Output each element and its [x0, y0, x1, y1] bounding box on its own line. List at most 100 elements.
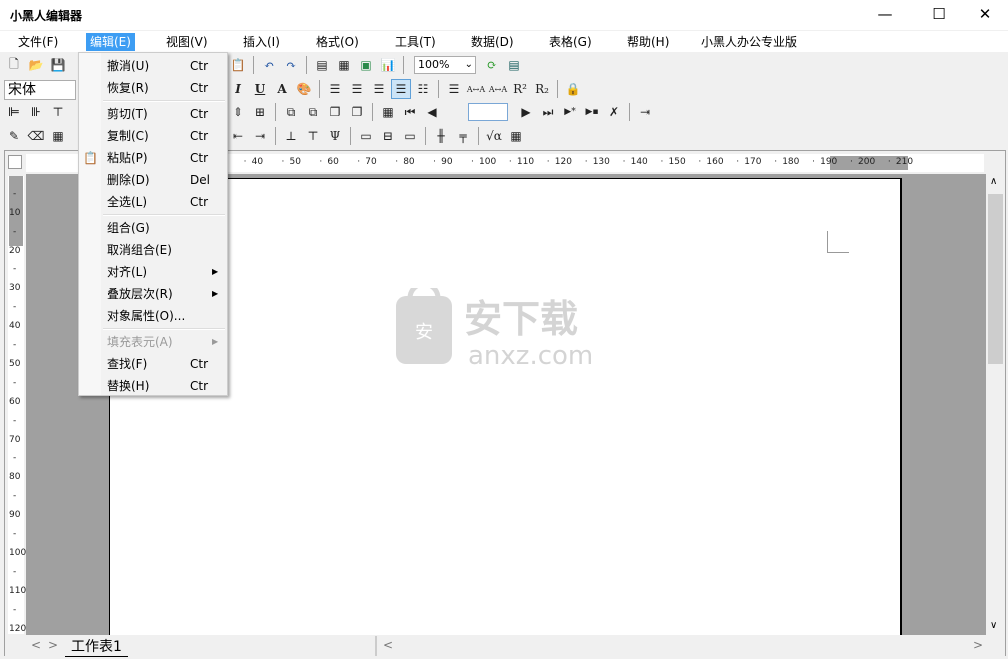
split-up-icon[interactable]: ⊥: [281, 126, 301, 146]
menu-item[interactable]: 取消组合(E): [79, 239, 227, 261]
menu-item[interactable]: 查找(F) Ctr: [79, 353, 227, 375]
menu-6[interactable]: 数据(D): [467, 33, 518, 51]
same-height-icon[interactable]: ⇕: [228, 102, 248, 122]
menu-item[interactable]: 对象属性(O)...: [79, 305, 227, 327]
insert-text-icon[interactable]: ▤: [312, 55, 332, 75]
menu-5[interactable]: 工具(T): [391, 33, 440, 51]
font-name-select[interactable]: 宋体: [4, 80, 76, 100]
new-record-icon[interactable]: ▦: [378, 102, 398, 122]
align-right-icon[interactable]: ☰: [369, 79, 389, 99]
menu-item[interactable]: 全选(L) Ctr: [79, 191, 227, 213]
menu-8[interactable]: 帮助(H): [623, 33, 673, 51]
calculator-icon[interactable]: ▦: [506, 126, 526, 146]
close-button[interactable]: ✕: [962, 0, 1008, 30]
undo-icon[interactable]: ↶: [259, 55, 279, 75]
align-objects-right-icon[interactable]: ⊪: [26, 102, 46, 122]
menu-item[interactable]: 删除(D) Del: [79, 169, 227, 191]
merge-right-icon[interactable]: ⇥: [250, 126, 270, 146]
align-objects-top-icon[interactable]: ⊤: [48, 102, 68, 122]
insert-image-icon[interactable]: ▣: [356, 55, 376, 75]
align-objects-left-icon[interactable]: ⊫: [4, 102, 24, 122]
border-middle-icon[interactable]: ⊟: [378, 126, 398, 146]
last-record-icon[interactable]: ⏭: [538, 102, 558, 122]
first-record-icon[interactable]: ⏮: [400, 102, 420, 122]
insert-chart-icon[interactable]: 📊: [378, 55, 398, 75]
menu-0[interactable]: 文件(F): [14, 33, 62, 51]
italic-icon[interactable]: I: [228, 79, 248, 99]
bring-front-icon[interactable]: ⧉: [281, 102, 301, 122]
paste-icon[interactable]: 📋: [228, 55, 248, 75]
line-spacing-icon[interactable]: ☰: [444, 79, 464, 99]
scroll-down-icon[interactable]: ∨: [990, 620, 997, 631]
menu-9[interactable]: 小黑人办公专业版: [697, 33, 801, 51]
insert-column-icon[interactable]: ╫: [431, 126, 451, 146]
send-back-icon[interactable]: ⧉: [303, 102, 323, 122]
insert-table-icon[interactable]: ▦: [334, 55, 354, 75]
menu-item[interactable]: 恢复(R) Ctr: [79, 77, 227, 99]
table-icon[interactable]: ▦: [48, 126, 68, 146]
lock-icon[interactable]: 🔒: [563, 79, 583, 99]
open-folder-icon[interactable]: 📂: [26, 55, 46, 75]
split-down-icon[interactable]: ⊤: [303, 126, 323, 146]
sheet-prev-button[interactable]: <: [31, 638, 41, 652]
backward-icon[interactable]: ❐: [347, 102, 367, 122]
align-center-icon[interactable]: ☰: [347, 79, 367, 99]
border-top-icon[interactable]: ▭: [356, 126, 376, 146]
vertical-scrollbar[interactable]: ∧ ∨: [986, 174, 1005, 635]
same-size-icon[interactable]: ⊞: [250, 102, 270, 122]
menu-4[interactable]: 格式(O): [312, 33, 363, 51]
char-spacing-wide-icon[interactable]: A↔A: [466, 79, 486, 99]
color-palette-icon[interactable]: 🎨: [294, 79, 314, 99]
text-shadow-icon[interactable]: A: [272, 79, 292, 99]
formula-icon[interactable]: √α: [484, 126, 504, 146]
char-spacing-narrow-icon[interactable]: A↔A: [488, 79, 508, 99]
distribute-icon[interactable]: ☷: [413, 79, 433, 99]
sheet-tab[interactable]: 工作表1: [65, 636, 128, 657]
menu-item[interactable]: 撤消(U) Ctr: [79, 55, 227, 77]
minimize-button[interactable]: —: [862, 0, 908, 30]
merge-left-icon[interactable]: ⇤: [228, 126, 248, 146]
pencil-icon[interactable]: ✎: [4, 126, 24, 146]
zoom-select[interactable]: 100% ⌄: [414, 56, 476, 74]
scroll-up-icon[interactable]: ∧: [990, 176, 997, 187]
subscript-icon[interactable]: R₂: [532, 79, 552, 99]
delete-record-icon[interactable]: ✗: [604, 102, 624, 122]
sheet-next-button[interactable]: >: [48, 638, 58, 652]
insert-row-icon[interactable]: ╤: [453, 126, 473, 146]
ruler-corner-checkbox[interactable]: [8, 155, 22, 169]
maximize-button[interactable]: ☐: [916, 0, 962, 30]
redo-icon[interactable]: ↷: [281, 55, 301, 75]
scroll-right-icon[interactable]: >: [973, 638, 983, 652]
split-cell-icon[interactable]: Ψ: [325, 126, 345, 146]
forward-icon[interactable]: ❐: [325, 102, 345, 122]
menu-item[interactable]: 对齐(L) ▶: [79, 261, 227, 283]
menu-3[interactable]: 插入(I): [239, 33, 284, 51]
scrollbar-thumb[interactable]: [988, 194, 1003, 364]
record-input[interactable]: [468, 103, 508, 121]
justify-icon[interactable]: ☰: [391, 79, 411, 99]
append-record-icon[interactable]: ▶*: [560, 102, 580, 122]
align-left-icon[interactable]: ☰: [325, 79, 345, 99]
next-record-icon[interactable]: ▶: [516, 102, 536, 122]
menu-7[interactable]: 表格(G): [545, 33, 596, 51]
horizontal-scrollbar[interactable]: < >: [375, 636, 985, 656]
menu-item[interactable]: 粘贴(P) Ctr 📋: [79, 147, 227, 169]
menu-1[interactable]: 编辑(E): [86, 33, 135, 51]
prev-record-icon[interactable]: ◀: [422, 102, 442, 122]
menu-item[interactable]: 替换(H) Ctr: [79, 375, 227, 397]
underline-icon[interactable]: U: [250, 79, 270, 99]
menu-2[interactable]: 视图(V): [162, 33, 212, 51]
scroll-left-icon[interactable]: <: [383, 638, 393, 652]
superscript-icon[interactable]: R²: [510, 79, 530, 99]
border-bottom-icon[interactable]: ▭: [400, 126, 420, 146]
menu-item[interactable]: 剪切(T) Ctr: [79, 103, 227, 125]
menu-item[interactable]: 复制(C) Ctr: [79, 125, 227, 147]
new-file-icon[interactable]: 🗋: [4, 55, 24, 75]
menu-item[interactable]: 叠放层次(R) ▶: [79, 283, 227, 305]
eraser-icon[interactable]: ⌫: [26, 126, 46, 146]
refresh-icon[interactable]: ⟳: [482, 55, 502, 75]
save-icon[interactable]: 💾: [48, 55, 68, 75]
preview-icon[interactable]: ▤: [504, 55, 524, 75]
import-icon[interactable]: ⇥: [635, 102, 655, 122]
menu-item[interactable]: 组合(G): [79, 217, 227, 239]
